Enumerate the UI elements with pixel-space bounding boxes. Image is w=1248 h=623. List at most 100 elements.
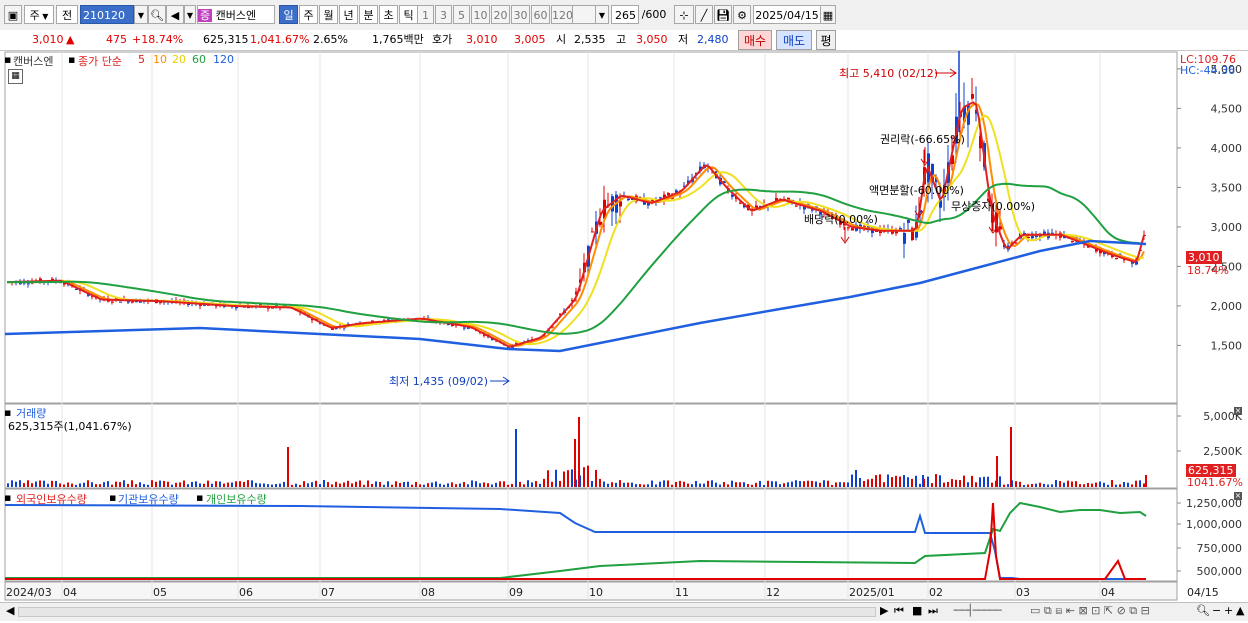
price-y-label: 4,500 bbox=[1211, 102, 1243, 115]
volume-bar bbox=[267, 484, 269, 487]
volume-bar bbox=[479, 483, 481, 487]
volume-bar bbox=[207, 480, 209, 487]
minute-button-1[interactable]: 3 bbox=[435, 5, 452, 24]
window-menu-icon[interactable]: ▣ bbox=[4, 5, 22, 24]
volume-bar bbox=[1035, 483, 1037, 487]
fast-forward-icon[interactable]: ⏭ bbox=[928, 604, 938, 618]
count-input[interactable]: 265 bbox=[611, 5, 639, 24]
minute-button-2[interactable]: 5 bbox=[453, 5, 470, 24]
period-tab-1[interactable]: 주 bbox=[299, 5, 318, 24]
volume-bar bbox=[835, 482, 837, 487]
volume-bar bbox=[1111, 480, 1113, 487]
scrollbar[interactable] bbox=[18, 607, 876, 617]
market-button[interactable]: 전 bbox=[56, 5, 78, 24]
layout-icons[interactable]: ▭ ⧉ ⧈ ⇤ ⊠ ⊡ ⇱ ⊘ ⧉ ⊟ bbox=[1030, 604, 1150, 618]
volume-bar bbox=[203, 483, 205, 487]
period-tab-6[interactable]: 틱 bbox=[399, 5, 418, 24]
bid-price: 3,005 bbox=[514, 33, 546, 46]
volume-bar bbox=[851, 474, 853, 487]
chart-svg[interactable]: 5,0004,5004,0003,5003,0002,5002,0001,500… bbox=[0, 36, 1248, 620]
zoom-in-icon[interactable]: + bbox=[1224, 604, 1233, 617]
prev-stock-icon[interactable]: ▼ bbox=[184, 5, 196, 24]
volume-bar bbox=[1015, 481, 1017, 487]
sell-button[interactable]: 매도 bbox=[776, 30, 812, 50]
period-tab-5[interactable]: 초 bbox=[379, 5, 398, 24]
code-input[interactable]: 210120 bbox=[80, 5, 134, 24]
minute-button-6[interactable]: 60 bbox=[531, 5, 550, 24]
data-table-icon[interactable]: ▦ bbox=[8, 69, 23, 84]
volume-bar bbox=[83, 482, 85, 487]
volume-bar bbox=[699, 483, 701, 487]
volume-bar bbox=[31, 483, 33, 487]
search-icon[interactable]: 🔍︎ bbox=[148, 5, 166, 24]
period-tab-0[interactable]: 일 bbox=[279, 5, 298, 24]
period-tab-3[interactable]: 년 bbox=[339, 5, 358, 24]
volume-bar bbox=[1067, 480, 1069, 487]
volume-bar bbox=[443, 484, 445, 487]
volume-bar bbox=[847, 482, 849, 487]
volume-bar bbox=[771, 481, 773, 487]
volume-bar bbox=[1139, 480, 1141, 487]
volume-bar bbox=[723, 482, 725, 487]
x-axis-label: 12 bbox=[766, 586, 780, 599]
holdings-y-label: 750,000 bbox=[1197, 542, 1243, 555]
stop-icon[interactable]: ■ bbox=[912, 604, 922, 617]
toolbar: ▣ 주 ▼ 전 210120 ▼ 🔍︎ ◀ ▼ 증 캔버스엔 ▼ 265 /60… bbox=[0, 0, 1248, 31]
price-y-label: 3,000 bbox=[1211, 221, 1243, 234]
field-dropdown-icon[interactable]: ▼ bbox=[595, 5, 609, 24]
volume-bar bbox=[15, 481, 17, 487]
draw-line-icon[interactable]: ╱ bbox=[695, 5, 713, 24]
close-icon[interactable]: × bbox=[1234, 407, 1242, 415]
save-icon[interactable]: 💾︎ bbox=[714, 5, 732, 24]
crosshair-icon[interactable]: ⊹ bbox=[674, 5, 694, 24]
volume-bar bbox=[1135, 480, 1137, 487]
volume-bar bbox=[295, 483, 297, 487]
volume-bar bbox=[775, 481, 777, 487]
period-unit-label: 주 bbox=[29, 9, 40, 22]
eval-button[interactable]: 평 bbox=[816, 30, 836, 50]
up-arrow-icon: ▲ bbox=[66, 33, 75, 46]
volume-bar bbox=[303, 481, 305, 487]
volume-bar bbox=[239, 481, 241, 487]
volume-bar bbox=[651, 480, 653, 487]
open-price: 2,535 bbox=[574, 33, 606, 46]
period-tab-4[interactable]: 분 bbox=[359, 5, 378, 24]
volume-bar bbox=[483, 482, 485, 487]
volume-bar bbox=[339, 483, 341, 487]
minute-button-4[interactable]: 20 bbox=[491, 5, 510, 24]
volume-bar bbox=[691, 484, 693, 487]
sound-icon[interactable]: ◀ bbox=[166, 5, 184, 24]
crosshair-toggle-icon[interactable]: ▲ bbox=[1236, 604, 1244, 617]
period-unit-select[interactable]: 주 ▼ bbox=[24, 5, 54, 24]
zoom-out-icon[interactable]: − bbox=[1212, 604, 1221, 617]
calendar-icon[interactable]: ▦ bbox=[820, 5, 836, 24]
minute-button-3[interactable]: 10 bbox=[471, 5, 490, 24]
close-icon[interactable]: × bbox=[1234, 492, 1242, 500]
volume-bar bbox=[759, 480, 761, 487]
chevron-down-icon: ▼ bbox=[39, 12, 49, 21]
scroll-right-icon[interactable]: ▶ bbox=[880, 604, 888, 617]
buy-button[interactable]: 매수 bbox=[738, 30, 772, 50]
settings-gear-icon[interactable]: ⚙ bbox=[733, 5, 751, 24]
scroll-left-icon[interactable]: ◀ bbox=[6, 604, 14, 617]
stock-name-box[interactable]: 증 캔버스엔 bbox=[197, 5, 275, 24]
minute-button-5[interactable]: 30 bbox=[511, 5, 530, 24]
minute-button-0[interactable]: 1 bbox=[417, 5, 434, 24]
volume-bar bbox=[179, 482, 181, 487]
period-tab-2[interactable]: 월 bbox=[319, 5, 338, 24]
candle-body bbox=[795, 205, 798, 207]
zoom-icon[interactable]: 🔍︎ bbox=[1196, 604, 1210, 617]
volume-panel bbox=[4, 403, 1178, 489]
hc-label: HC:-44.36 bbox=[1180, 64, 1236, 77]
code-dropdown-icon[interactable]: ▼ bbox=[134, 5, 148, 24]
x-axis-label: 2025/01 bbox=[849, 586, 895, 599]
date-input[interactable]: 2025/04/15 bbox=[753, 5, 821, 24]
volume-bar bbox=[971, 475, 973, 487]
zoom-slider[interactable]: ╶──┤───── bbox=[950, 604, 1002, 617]
volume-bar bbox=[1027, 484, 1029, 487]
minute-button-7[interactable]: 120 bbox=[551, 5, 573, 24]
volume-bar bbox=[251, 480, 253, 487]
rewind-icon[interactable]: ⏮ bbox=[894, 604, 904, 618]
volume-bar bbox=[491, 484, 493, 487]
volume-bar bbox=[543, 478, 545, 487]
